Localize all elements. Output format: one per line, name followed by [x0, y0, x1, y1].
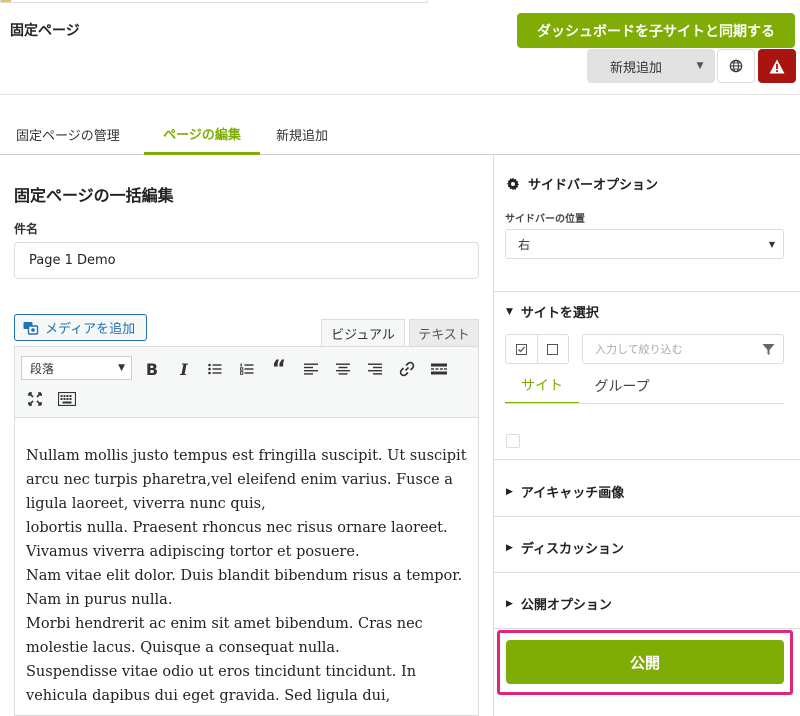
- select-all-button[interactable]: [506, 335, 538, 363]
- add-new-dropdown-button[interactable]: 新規追加 ▼: [587, 49, 715, 83]
- sidebar: サイドバーオプション サイドバーの位置 右 ▼ ▼ サイトを選択 入力して絞り込…: [493, 155, 800, 716]
- globe-icon: [729, 59, 743, 73]
- caret-right-icon: ▶: [506, 598, 513, 609]
- site-filter-input[interactable]: 入力して絞り込む: [582, 334, 784, 364]
- editor-content-text: Nullam mollis justo tempus est fringilla…: [26, 448, 467, 704]
- caret-right-icon: ▶: [506, 542, 513, 553]
- sidebar-position-value: 右: [518, 237, 531, 252]
- sync-dashboard-button[interactable]: ダッシュボードを子サイトと同期する: [517, 13, 795, 48]
- featured-image-section: ▶ アイキャッチ画像: [494, 460, 800, 517]
- page-tabs: 固定ページの管理 ページの編集 新規追加: [0, 114, 800, 155]
- sidebar-options-heading: サイドバーオプション: [506, 174, 658, 193]
- align-center-icon[interactable]: [329, 355, 357, 383]
- chevron-down-icon: ▼: [768, 240, 775, 249]
- chevron-down-icon[interactable]: ▼: [685, 61, 715, 71]
- featured-image-title: アイキャッチ画像: [520, 486, 625, 501]
- format-select[interactable]: 段落 ▼: [21, 356, 132, 380]
- filter-placeholder: 入力して絞り込む: [595, 343, 683, 356]
- featured-image-heading[interactable]: ▶ アイキャッチ画像: [506, 482, 624, 501]
- fullscreen-icon[interactable]: [21, 385, 49, 413]
- header-divider: [0, 94, 800, 95]
- select-toggle-group: [505, 334, 569, 364]
- numbered-list-icon[interactable]: [233, 355, 261, 383]
- title-field-label: 件名: [14, 222, 39, 236]
- format-select-value: 段落: [30, 361, 55, 376]
- tab-sites[interactable]: サイト: [505, 368, 579, 404]
- discussion-heading[interactable]: ▶ ディスカッション: [506, 538, 624, 557]
- add-new-label: 新規追加: [609, 60, 662, 76]
- discussion-section: ▶ ディスカッション: [494, 517, 800, 573]
- chevron-down-icon: ▼: [118, 363, 125, 373]
- title-input[interactable]: [14, 242, 479, 279]
- blockquote-icon[interactable]: “: [265, 355, 293, 383]
- filter-icon: [762, 344, 775, 355]
- caret-right-icon: ▶: [506, 486, 513, 497]
- read-more-icon[interactable]: [425, 355, 453, 383]
- sidebar-options-section: サイドバーオプション サイドバーの位置 右 ▼: [494, 155, 800, 292]
- align-left-icon[interactable]: [297, 355, 325, 383]
- checked-box-icon: [515, 343, 527, 355]
- warning-button[interactable]: [758, 49, 796, 83]
- editor-content-area[interactable]: Nullam mollis justo tempus est fringilla…: [14, 418, 479, 716]
- keyboard-icon[interactable]: [53, 385, 81, 413]
- bullet-list-icon[interactable]: [201, 355, 229, 383]
- select-site-title: サイトを選択: [520, 306, 599, 321]
- main-editor-area: 固定ページの一括編集 件名 メディアを追加 ビジュアル テキスト 段落 ▼ B …: [0, 155, 493, 716]
- top-notice-strip: [0, 0, 428, 3]
- caret-down-icon: ▼: [506, 306, 513, 317]
- tab-visual[interactable]: ビジュアル: [321, 319, 405, 346]
- empty-box-icon: [547, 343, 559, 355]
- sidebar-options-title: サイドバーオプション: [528, 178, 659, 193]
- publish-highlight: 公開: [497, 630, 793, 695]
- site-checkbox[interactable]: [506, 434, 520, 448]
- tab-edit-page[interactable]: ページの編集: [144, 114, 260, 155]
- editor-toolbar: 段落 ▼ B I “: [14, 346, 479, 418]
- link-icon[interactable]: [393, 355, 421, 383]
- deselect-all-button[interactable]: [538, 335, 569, 363]
- page-title: 固定ページ: [10, 23, 80, 39]
- italic-icon[interactable]: I: [170, 355, 198, 383]
- gear-icon: [506, 177, 520, 190]
- add-media-button[interactable]: メディアを追加: [14, 314, 147, 341]
- publish-options-title: 公開オプション: [520, 598, 612, 613]
- align-right-icon[interactable]: [361, 355, 389, 383]
- tab-add-new[interactable]: 新規追加: [276, 114, 328, 155]
- media-icon: [23, 321, 39, 335]
- discussion-title: ディスカッション: [520, 542, 625, 557]
- warning-icon: [769, 59, 785, 73]
- bold-icon[interactable]: B: [138, 355, 166, 383]
- globe-button[interactable]: [717, 49, 755, 83]
- sidebar-position-label: サイドバーの位置: [505, 214, 585, 225]
- select-site-heading[interactable]: ▼ サイトを選択: [506, 302, 599, 321]
- sidebar-position-select[interactable]: 右 ▼: [505, 229, 784, 259]
- publish-options-section: ▶ 公開オプション: [494, 573, 800, 629]
- tab-manage-pages[interactable]: 固定ページの管理: [16, 114, 120, 155]
- publish-options-heading[interactable]: ▶ 公開オプション: [506, 594, 612, 613]
- bulk-edit-heading: 固定ページの一括編集: [14, 186, 174, 205]
- publish-button[interactable]: 公開: [506, 640, 784, 684]
- tab-text[interactable]: テキスト: [409, 319, 479, 346]
- tab-groups[interactable]: グループ: [580, 368, 664, 404]
- add-media-label: メディアを追加: [45, 322, 136, 337]
- site-tabs-divider: [505, 403, 784, 404]
